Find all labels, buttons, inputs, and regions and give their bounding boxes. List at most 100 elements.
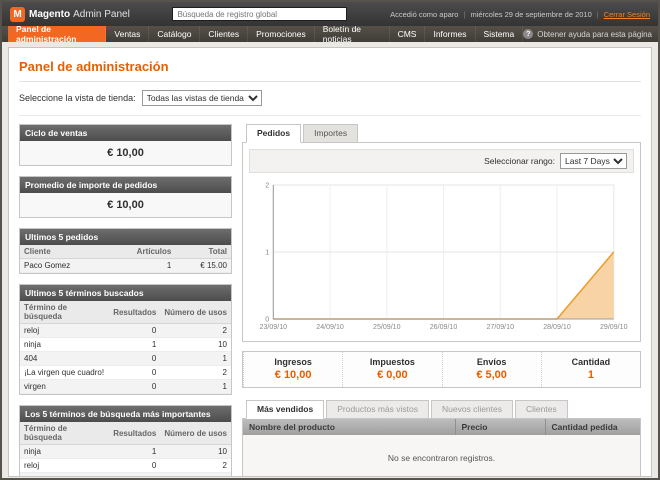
lifetime-sales-box: Ciclo de ventas € 10,00	[19, 124, 232, 166]
last-search-terms-table: Término de búsqueda Resultados Número de…	[20, 301, 231, 394]
column-header: Artículos	[107, 245, 175, 259]
cell-uses: 10	[160, 338, 231, 352]
separator: |	[597, 10, 599, 19]
bestsellers-table: Nombre del producto Precio Cantidad pedi…	[243, 419, 640, 477]
column-header: Cliente	[20, 245, 107, 259]
cell-uses: 2	[160, 324, 231, 338]
nav-item[interactable]: Clientes	[200, 26, 248, 42]
nav-item-label: Boletín de noticias	[323, 24, 381, 44]
table-row: virgen 0 1	[20, 380, 231, 394]
svg-text:26/09/10: 26/09/10	[430, 324, 458, 331]
stat-label: Cantidad	[542, 357, 640, 367]
magento-logo-icon: M	[10, 7, 25, 22]
range-label: Seleccionar rango:	[484, 156, 555, 166]
svg-text:1: 1	[265, 250, 269, 257]
cell-term: ¡La virgen que cuadro!	[20, 473, 109, 478]
top-search-terms-table: Término de búsqueda Resultados Número de…	[20, 422, 231, 477]
title-divider	[19, 81, 641, 82]
last-orders-box: Ultimos 5 pedidos Cliente Artículos Tota…	[19, 228, 232, 274]
total-stat: Envíos € 5,00	[442, 352, 541, 387]
tab-label: Productos más vistos	[337, 404, 418, 414]
stat-value: € 10,00	[244, 369, 342, 381]
chart-tab[interactable]: Pedidos	[246, 124, 301, 143]
stat-label: Envíos	[443, 357, 541, 367]
nav-item-label: Sistema	[484, 29, 515, 39]
cell-results: 0	[109, 366, 160, 380]
cell-total: € 15.00	[175, 259, 231, 273]
chart-tabs: Pedidos Importes	[242, 124, 641, 143]
global-search-input[interactable]	[172, 7, 347, 21]
orders-chart-panel: Seleccionar rango: Last 7 Days 23/09/102…	[242, 142, 641, 342]
svg-text:24/09/10: 24/09/10	[316, 324, 344, 331]
table-row: reloj 0 2	[20, 324, 231, 338]
logout-link[interactable]: Cerrar Sesión	[604, 10, 650, 19]
stat-value: € 5,00	[443, 369, 541, 381]
nav-item-label: CMS	[398, 29, 417, 39]
bottom-tab[interactable]: Más vendidos	[246, 400, 324, 419]
table-row: reloj 0 2	[20, 459, 231, 473]
nav-item[interactable]: Boletín de noticias	[315, 26, 390, 42]
range-select[interactable]: Last 7 Days	[560, 153, 627, 169]
app-subtitle: Admin Panel	[73, 9, 130, 20]
column-header: Término de búsqueda	[20, 301, 109, 324]
last-orders-title: Ultimos 5 pedidos	[20, 229, 231, 245]
lifetime-sales-title: Ciclo de ventas	[20, 125, 231, 141]
cell-customer: Paco Gomez	[20, 259, 107, 273]
page-help-link[interactable]: ? Obtener ayuda para esta página	[523, 26, 652, 42]
tab-label: Pedidos	[257, 128, 290, 138]
cell-results: 1	[109, 445, 160, 459]
table-row: 404 0 1	[20, 352, 231, 366]
bottom-tab: Productos más vistos	[326, 400, 429, 419]
nav-item[interactable]: Ventas	[106, 26, 149, 42]
nav-item[interactable]: Informes	[425, 26, 475, 42]
column-header: Nombre del producto	[243, 419, 455, 435]
column-header: Número de usos	[160, 422, 231, 445]
magento-admin-window: M MagentoAdmin Panel Accedió como aparo …	[0, 0, 660, 480]
cell-results: 0	[109, 324, 160, 338]
table-row: ninja 1 10	[20, 338, 231, 352]
total-stat: Impuestos € 0,00	[342, 352, 441, 387]
nav-item[interactable]: CMS	[390, 26, 426, 42]
cell-uses: 1	[160, 352, 231, 366]
svg-text:2: 2	[265, 183, 269, 190]
current-date: miércoles 29 de septiembre de 2010	[470, 10, 591, 19]
cell-results: 0	[109, 352, 160, 366]
svg-text:0: 0	[265, 317, 269, 324]
svg-text:25/09/10: 25/09/10	[373, 324, 401, 331]
column-header: Cantidad pedida	[545, 419, 640, 435]
table-row: Paco Gomez 1 € 15.00	[20, 259, 231, 273]
cell-term: ninja	[20, 338, 109, 352]
store-view-switcher: Seleccione la vista de tienda: Todas las…	[19, 90, 641, 116]
stat-label: Impuestos	[343, 357, 441, 367]
average-orders-box: Promedio de importe de pedidos € 10,00	[19, 176, 232, 218]
cell-term: 404	[20, 352, 109, 366]
empty-row: No se encontraron registros.	[243, 435, 640, 477]
stat-value: € 0,00	[343, 369, 441, 381]
empty-message: No se encontraron registros.	[243, 435, 640, 477]
store-view-select[interactable]: Todas las vistas de tienda	[142, 90, 262, 106]
column-header: Resultados	[109, 301, 160, 324]
average-orders-value: € 10,00	[20, 193, 231, 217]
store-view-label: Seleccione la vista de tienda:	[19, 93, 136, 103]
top-search-terms-box: Los 5 términos de búsqueda más important…	[19, 405, 232, 477]
column-header: Resultados	[109, 422, 160, 445]
chart-tab[interactable]: Importes	[303, 124, 358, 143]
nav-item[interactable]: Promociones	[248, 26, 315, 42]
app-title: Magento	[29, 9, 70, 20]
nav-item[interactable]: Sistema	[476, 26, 524, 42]
cell-results: 0	[109, 380, 160, 394]
separator: |	[463, 10, 465, 19]
page-title: Panel de administración	[19, 59, 641, 74]
orders-chart: 23/09/1024/09/1025/09/1026/09/1027/09/10…	[249, 177, 634, 335]
nav-item[interactable]: Panel de administración	[8, 26, 106, 42]
average-orders-title: Promedio de importe de pedidos	[20, 177, 231, 193]
bottom-tab: Nuevos clientes	[431, 400, 513, 419]
cell-uses: 10	[160, 445, 231, 459]
lifetime-sales-value: € 10,00	[20, 141, 231, 165]
bottom-tab: Clientes	[515, 400, 568, 419]
nav-item[interactable]: Catálogo	[149, 26, 200, 42]
bestsellers-panel: Nombre del producto Precio Cantidad pedi…	[242, 418, 641, 477]
nav-item-label: Panel de administración	[16, 24, 97, 44]
table-row: ¡La virgen que cuadro! 0 2	[20, 473, 231, 478]
last-search-terms-title: Ultimos 5 términos buscados	[20, 285, 231, 301]
